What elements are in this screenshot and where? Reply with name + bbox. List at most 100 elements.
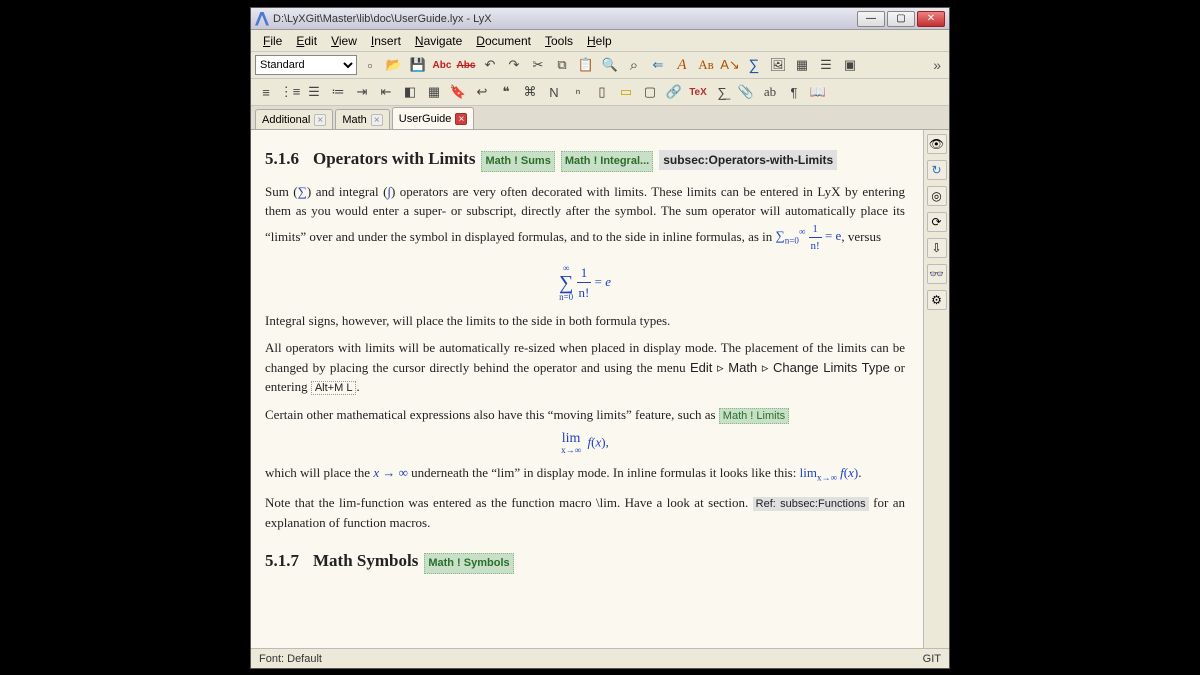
tex-code-icon[interactable]: TeX: [687, 81, 709, 103]
bullet-list-icon[interactable]: ⋮≡: [279, 81, 301, 103]
insert-label-icon[interactable]: 🔖: [447, 81, 469, 103]
close-icon[interactable]: ×: [455, 113, 467, 125]
titlebar: D:\LyXGit\Master\lib\doc\UserGuide.lyx -…: [251, 8, 949, 30]
float-table-icon[interactable]: ▦: [423, 81, 445, 103]
update-master-icon[interactable]: ⟳: [927, 212, 947, 232]
inline-math[interactable]: ∑n=0∞ 1n! = e: [776, 228, 842, 243]
menu-help[interactable]: Help: [581, 32, 618, 50]
view-icon[interactable]: 👁: [927, 134, 947, 154]
copy-icon[interactable]: ⧉: [551, 54, 573, 76]
toggle-outline-icon[interactable]: ☰: [815, 54, 837, 76]
view-other-icon[interactable]: 👓: [927, 264, 947, 284]
menu-edit[interactable]: Edit: [290, 32, 323, 50]
minimize-button[interactable]: —: [857, 11, 885, 27]
display-math[interactable]: ∞∑n=0 1n! = e: [265, 263, 905, 303]
numbered-list-icon[interactable]: ≡: [255, 81, 277, 103]
app-window: D:\LyXGit\Master\lib\doc\UserGuide.lyx -…: [250, 7, 950, 669]
window-title: D:\LyXGit\Master\lib\doc\UserGuide.lyx -…: [273, 13, 857, 25]
insert-table-icon[interactable]: ▦: [791, 54, 813, 76]
index-entry[interactable]: Math ! Sums: [481, 151, 554, 172]
maximize-button[interactable]: ▢: [887, 11, 915, 27]
section-heading: 5.1.6 Operators with Limits Math ! Sums …: [265, 146, 905, 172]
find-icon[interactable]: 🔍: [599, 54, 621, 76]
view-master-icon[interactable]: ◎: [927, 186, 947, 206]
paragraph-style-select[interactable]: Standard: [255, 55, 357, 75]
tab-math[interactable]: Math×: [335, 109, 389, 129]
paragraph: Integral signs, however, will place the …: [265, 311, 905, 331]
insert-url-icon[interactable]: 🔗: [663, 81, 685, 103]
update-other-icon[interactable]: ⚙: [927, 290, 947, 310]
apply-style-icon[interactable]: A↘: [719, 54, 741, 76]
insert-margin-icon[interactable]: ▯: [591, 81, 613, 103]
menu-view[interactable]: View: [325, 32, 363, 50]
toggle-toolbar-icon[interactable]: ▣: [839, 54, 861, 76]
cut-icon[interactable]: ✂: [527, 54, 549, 76]
toolbar-overflow-icon[interactable]: »: [929, 57, 945, 73]
tab-additional[interactable]: Additional×: [255, 109, 333, 129]
paste-icon[interactable]: 📋: [575, 54, 597, 76]
workarea: 5.1.6 Operators with Limits Math ! Sums …: [251, 130, 949, 648]
paragraph: which will place the x → ∞ underneath th…: [265, 463, 905, 485]
export-icon[interactable]: ⇩: [927, 238, 947, 258]
inline-math[interactable]: ∑: [298, 184, 307, 199]
shortcut: Alt+M L: [311, 381, 357, 395]
statusbar: Font: Default GIT: [251, 648, 949, 668]
index-entry[interactable]: Math ! Limits: [719, 408, 789, 424]
paragraph-settings-icon[interactable]: ¶: [783, 81, 805, 103]
toolbar-1: Standard ▫ 📂 💾 Abc Abc ↶ ↷ ✂ ⧉ 📋 🔍 ⌕ ⇐ A…: [251, 52, 949, 79]
spellcheck-icon[interactable]: Abc: [431, 54, 453, 76]
right-toolbar: 👁 ↻ ◎ ⟳ ⇩ 👓 ⚙: [923, 130, 949, 648]
close-button[interactable]: ✕: [917, 11, 945, 27]
list-icon[interactable]: ☰: [303, 81, 325, 103]
tab-userguide[interactable]: UserGuide×: [392, 107, 475, 129]
text-style-icon[interactable]: ab: [759, 81, 781, 103]
menu-file[interactable]: File: [257, 32, 288, 50]
status-right: GIT: [923, 653, 941, 665]
undo-icon[interactable]: ↶: [479, 54, 501, 76]
inline-math[interactable]: limx→∞ f(x): [800, 465, 859, 480]
open-icon[interactable]: 📂: [383, 54, 405, 76]
close-icon[interactable]: ×: [314, 114, 326, 126]
index-entry[interactable]: Math ! Integral...: [561, 151, 653, 172]
thesaurus-icon[interactable]: 📖: [807, 81, 829, 103]
spellcheck-continuous-icon[interactable]: Abc: [455, 54, 477, 76]
menu-navigate[interactable]: Navigate: [409, 32, 468, 50]
insert-citation-icon[interactable]: ❝: [495, 81, 517, 103]
paragraph: Note that the lim-function was entered a…: [265, 493, 905, 532]
index-entry[interactable]: Math ! Symbols: [424, 553, 513, 574]
document-view[interactable]: 5.1.6 Operators with Limits Math ! Sums …: [251, 130, 923, 648]
save-icon[interactable]: 💾: [407, 54, 429, 76]
update-icon[interactable]: ↻: [927, 160, 947, 180]
redo-icon[interactable]: ↷: [503, 54, 525, 76]
insert-nomencl-icon[interactable]: N: [543, 81, 565, 103]
menu-document[interactable]: Document: [470, 32, 537, 50]
menu-insert[interactable]: Insert: [365, 32, 407, 50]
navigate-back-icon[interactable]: ⇐: [647, 54, 669, 76]
close-icon[interactable]: ×: [371, 114, 383, 126]
include-file-icon[interactable]: 📎: [735, 81, 757, 103]
math-display-icon[interactable]: ∑̲: [711, 81, 733, 103]
description-icon[interactable]: ≔: [327, 81, 349, 103]
insert-footnote-icon[interactable]: ⁿ: [567, 81, 589, 103]
math-icon[interactable]: ∑: [743, 54, 765, 76]
noun-icon[interactable]: Aʙ: [695, 54, 717, 76]
emph-icon[interactable]: A: [671, 54, 693, 76]
display-math[interactable]: limx→∞ f(x),: [265, 432, 905, 455]
find-replace-icon[interactable]: ⌕: [623, 54, 645, 76]
float-figure-icon[interactable]: ◧: [399, 81, 421, 103]
insert-crossref-icon[interactable]: ↩: [471, 81, 493, 103]
insert-index-icon[interactable]: ⌘: [519, 81, 541, 103]
menu-tools[interactable]: Tools: [539, 32, 579, 50]
indent-less-icon[interactable]: ⇤: [375, 81, 397, 103]
insert-graphics-icon[interactable]: 🖼: [767, 54, 789, 76]
label-inset[interactable]: subsec:Operators-with-Limits: [659, 150, 837, 170]
section-title: Operators with Limits: [313, 146, 475, 172]
cross-reference[interactable]: Ref: subsec:Functions: [753, 497, 869, 511]
indent-more-icon[interactable]: ⇥: [351, 81, 373, 103]
inline-math[interactable]: x → ∞: [373, 465, 408, 480]
section-number: 5.1.6: [265, 146, 299, 172]
insert-note-icon[interactable]: ▭: [615, 81, 637, 103]
new-doc-icon[interactable]: ▫: [359, 54, 381, 76]
menubar: File Edit View Insert Navigate Document …: [251, 30, 949, 52]
insert-box-icon[interactable]: ▢: [639, 81, 661, 103]
